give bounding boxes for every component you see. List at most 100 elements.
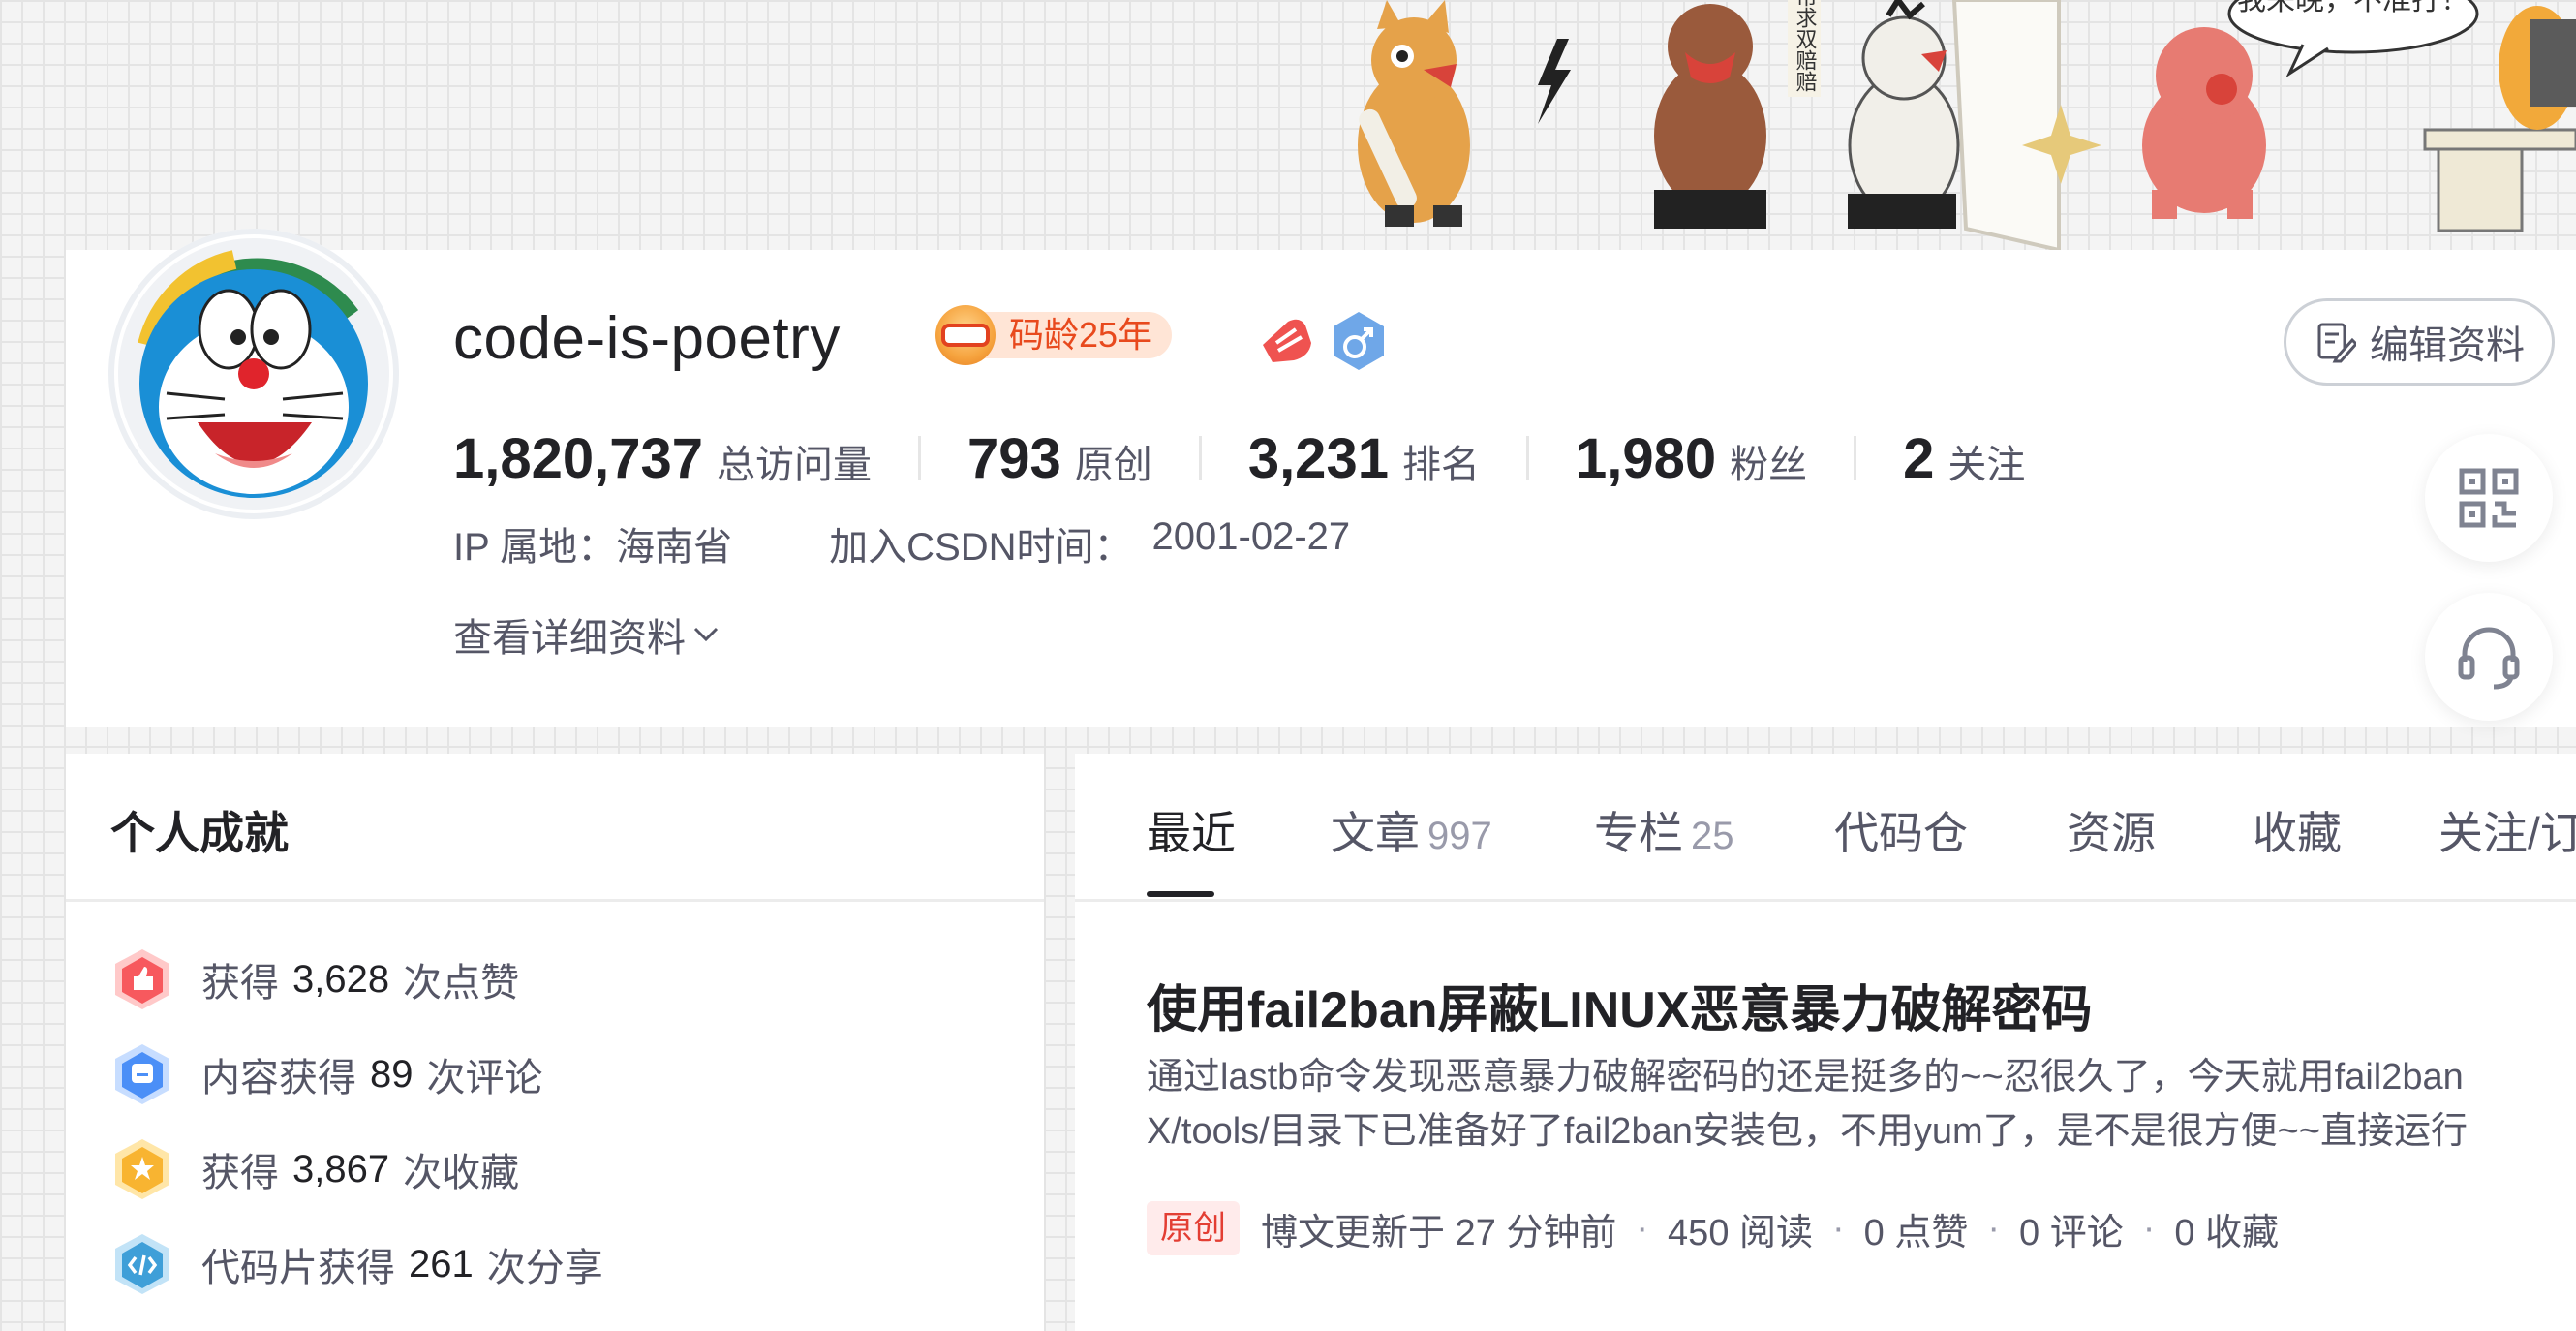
achievement-suffix: 次分享	[486, 1247, 603, 1289]
view-details-label: 查看详细资料	[453, 617, 686, 660]
banner-sign-text: 帮求双赔赔	[1793, 0, 1818, 92]
article-updated-time: 博文更新于 27 分钟前	[1261, 1212, 1617, 1254]
hand-badge-icon[interactable]	[1259, 316, 1315, 366]
customer-service-button[interactable]	[2425, 593, 2553, 721]
banner-character-pig	[2142, 27, 2266, 219]
stat-value: 793	[967, 426, 1061, 490]
tab-label: 最近	[1147, 808, 1236, 858]
code-age-badge[interactable]: 码龄25年	[935, 305, 1173, 365]
stat-label: 总访问量	[717, 443, 873, 486]
banner-speech-bubble: 我来晚，不准打！	[2227, 0, 2479, 78]
stat-value: 3,231	[1247, 426, 1389, 490]
article-reads: 450 阅读	[1668, 1212, 1814, 1254]
stat-fans[interactable]: 1,980 粉丝	[1576, 426, 1807, 491]
code-age-text: 码龄25年	[980, 312, 1173, 358]
lightning-icon	[1538, 39, 1571, 124]
stat-label: 粉丝	[1730, 443, 1808, 486]
tab-label: 收藏	[2253, 808, 2342, 858]
achievement-shares: 代码片获得 261 次分享	[112, 1228, 603, 1300]
article-description-line: X/tools/目录下已准备好了fail2ban安装包，不用yum了，是不是很方…	[1147, 1111, 2469, 1152]
article-favorites: 0 收藏	[2174, 1212, 2280, 1254]
stat-value: 2	[1903, 426, 1935, 490]
join-label: 加入CSDN时间：	[829, 526, 1133, 569]
achievement-suffix: 次收藏	[403, 1152, 520, 1194]
achievement-value: 261	[409, 1242, 474, 1285]
tab-count: 25	[1691, 815, 1734, 857]
qr-code-icon	[2459, 468, 2519, 528]
comment-icon	[115, 1044, 169, 1104]
tab-columns[interactable]: 专栏 25	[1594, 798, 1734, 862]
article-meta: 原创 博文更新于 27 分钟前 · 450 阅读 · 0 点赞 · 0 评论 ·…	[1147, 1201, 2279, 1255]
stat-label: 原创	[1074, 443, 1152, 486]
banner-character-brown: 帮求双赔赔	[1654, 0, 1821, 229]
article-description[interactable]: 通过lastb命令发现恶意暴力破解密码的还是挺多的~~忍很久了，今天就用fail…	[1147, 1050, 2576, 1159]
achievement-suffix: 次点赞	[403, 962, 520, 1005]
tab-label: 资源	[2067, 808, 2156, 858]
stat-visits[interactable]: 1,820,737 总访问量	[453, 426, 872, 491]
edit-profile-button[interactable]: 编辑资料	[2284, 298, 2555, 386]
profile-banner: 帮求双赔赔 我来晚，不准打！	[0, 0, 2576, 250]
achievement-prefix: 内容获得	[201, 1057, 356, 1099]
achievement-prefix: 获得	[201, 1152, 279, 1194]
achievements-divider	[66, 899, 1044, 902]
stat-value: 1,820,737	[453, 426, 704, 490]
meta-separator: ·	[1636, 1207, 1649, 1249]
male-badge-icon[interactable]	[1331, 310, 1387, 372]
code-share-icon	[115, 1234, 169, 1294]
achievement-likes: 获得 3,628 次点赞	[112, 944, 519, 1015]
stat-following[interactable]: 2 关注	[1903, 426, 2025, 491]
username: code-is-poetry	[453, 305, 841, 372]
edit-profile-label: 编辑资料	[2370, 325, 2525, 367]
qr-code-button[interactable]	[2425, 434, 2553, 562]
tab-label: 代码仓	[1834, 808, 1968, 858]
banner-character-white	[1848, 0, 1960, 229]
star-icon	[115, 1139, 169, 1199]
active-tab-indicator	[1147, 891, 1214, 897]
stat-divider	[1525, 436, 1529, 480]
article-description-line: 通过lastb命令发现恶意暴力破解密码的还是挺多的~~忍很久了，今天就用fail…	[1147, 1057, 2464, 1098]
stat-value: 1,980	[1575, 426, 1717, 490]
ip-location: IP 属地：海南省	[453, 526, 733, 569]
profile-stats: 1,820,737 总访问量 793 原创 3,231 排名 1,980 粉丝 …	[453, 422, 2025, 494]
view-details-link[interactable]: 查看详细资料	[453, 606, 721, 663]
article-comments: 0 评论	[2019, 1212, 2124, 1254]
banner-speech-text: 我来晚，不准打！	[2237, 0, 2469, 17]
article-likes: 0 点赞	[1863, 1212, 1969, 1254]
achievement-value: 89	[370, 1052, 414, 1096]
original-tag: 原创	[1147, 1201, 1240, 1255]
join-date: 2001-02-27	[1151, 515, 1351, 558]
tab-articles[interactable]: 文章 997	[1331, 798, 1492, 862]
achievements-card: 个人成就 获得 3,628 次点赞 内容获得 89 次评论 获得 3,867 次…	[66, 754, 1044, 1331]
meta-separator: ·	[1832, 1207, 1845, 1249]
profile-meta: IP 属地：海南省 加入CSDN时间： 2001-02-27	[453, 515, 1350, 572]
stat-divider	[1198, 436, 1202, 480]
avatar[interactable]	[108, 229, 399, 519]
achievement-favorites: 获得 3,867 次收藏	[112, 1133, 519, 1205]
tab-recent[interactable]: 最近	[1147, 798, 1236, 862]
stat-label: 关注	[1947, 443, 2026, 486]
achievement-prefix: 代码片获得	[201, 1247, 395, 1289]
banner-character-dog	[1358, 0, 1470, 227]
achievement-comments: 内容获得 89 次评论	[112, 1038, 543, 1110]
tab-code-repo[interactable]: 代码仓	[1834, 798, 1968, 862]
achievement-prefix: 获得	[201, 962, 279, 1005]
content-tabs: 最近 文章997 专栏25 代码仓 资源 收藏 关注/订阅	[1075, 754, 2576, 902]
stat-divider	[1854, 436, 1857, 480]
chevron-down-icon	[693, 627, 719, 642]
stat-label: 排名	[1401, 443, 1480, 486]
headset-icon	[2458, 627, 2520, 690]
tab-favorites[interactable]: 收藏	[2253, 798, 2342, 862]
stat-rank[interactable]: 3,231 排名	[1248, 426, 1480, 491]
article-title[interactable]: 使用fail2ban屏蔽LINUX恶意暴力破解密码	[1147, 969, 2093, 1041]
tab-following[interactable]: 关注/订阅	[2438, 798, 2576, 862]
achievement-suffix: 次评论	[426, 1057, 543, 1099]
stat-divider	[918, 436, 922, 480]
tab-label: 专栏	[1594, 808, 1683, 858]
achievement-value: 3,867	[292, 1147, 390, 1191]
tab-resources[interactable]: 资源	[2067, 798, 2156, 862]
tab-count: 997	[1427, 815, 1492, 857]
edit-document-icon	[2317, 323, 2356, 363]
stat-original[interactable]: 793 原创	[967, 426, 1152, 491]
banner-door	[1951, 0, 2061, 250]
code-age-medal-icon	[935, 305, 996, 365]
